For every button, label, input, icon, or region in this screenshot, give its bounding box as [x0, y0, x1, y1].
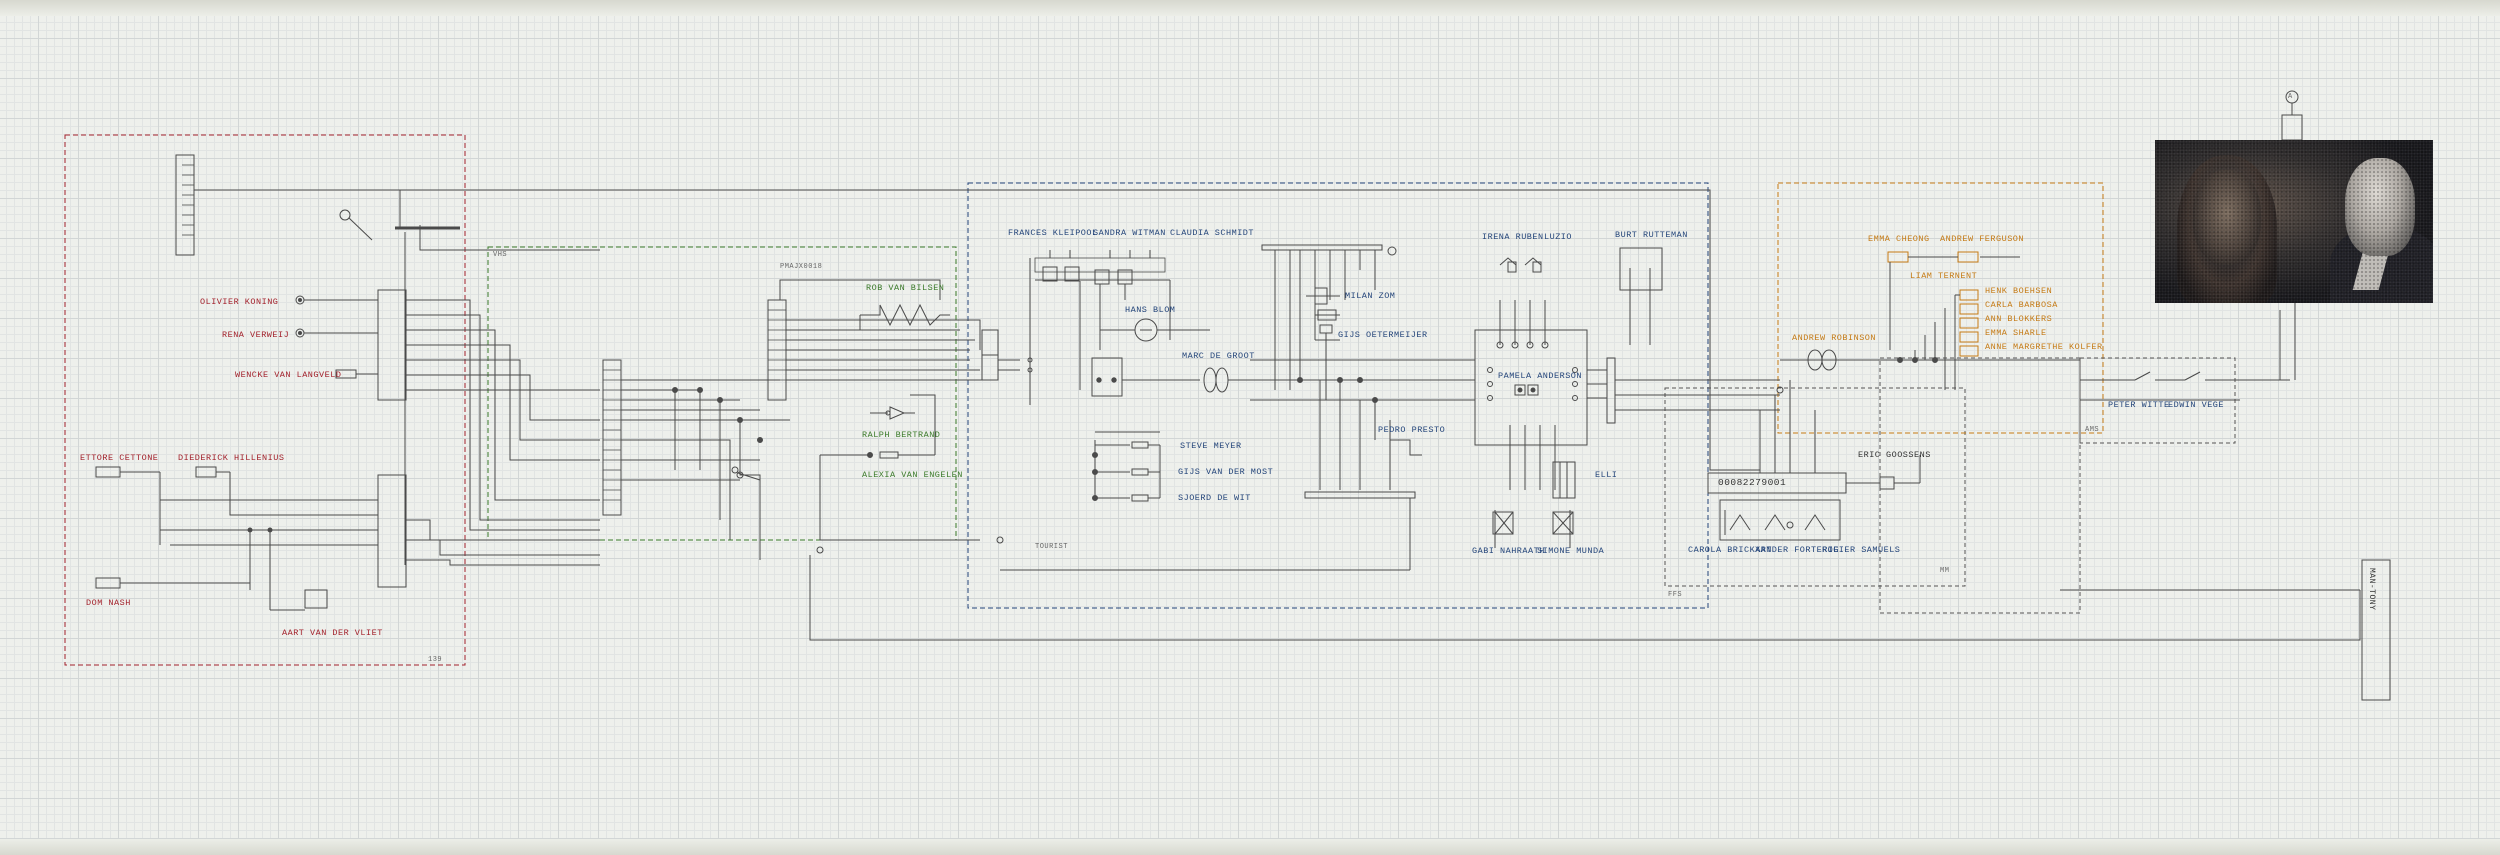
label-ralph: RALPH BERTRAND [862, 430, 941, 440]
label-carla: CARLA BARBOSA [1985, 300, 2058, 310]
label-irena: IRENA RUBEN [1482, 232, 1544, 242]
label-milan: MILAN ZOM [1345, 291, 1396, 301]
group-box-red [64, 134, 466, 666]
label-burt: BURT RUTTEMAN [1615, 230, 1688, 240]
label-peter: PETER WITTE [2108, 400, 2170, 410]
label-luzio: LUZIO [1544, 232, 1573, 242]
left-connector [175, 154, 195, 256]
group6-code: AMS [2085, 426, 2100, 434]
label-simone: SIMONE MUNDA [1537, 546, 1605, 556]
group-box-blue [967, 182, 1709, 609]
label-steve: STEVE MEYER [1180, 441, 1242, 451]
chip-code: 00082279001 [1718, 477, 1787, 488]
label-henk: HENK BOEHSEN [1985, 286, 2053, 296]
label-hans: HANS BLOM [1125, 305, 1176, 315]
bus-bar [1261, 244, 1383, 251]
label-ettore: ETTORE CETTONE [80, 453, 159, 463]
label-mm: MM [1940, 567, 1950, 575]
label-andrew-f: ANDREW FERGUSON [1940, 234, 2025, 244]
group1-number: 139 [428, 656, 443, 664]
group-box-ams [1879, 357, 2081, 614]
label-rob: ROB VAN BILSEN [866, 283, 945, 293]
label-eric: ERIC GOOSSENS [1858, 450, 1931, 460]
label-aart: AART VAN DER VLIET [282, 628, 383, 638]
label-liam: LIAM TERNENT [1910, 271, 1978, 281]
schematic-sheet: OLIVIER KONING RENA VERWEIJ WENCKE VAN L… [0, 0, 2500, 855]
label-diederick: DIEDERICK HILLENIUS [178, 453, 285, 463]
group5-code: FFS [1668, 591, 1683, 599]
paper-edge-top [0, 0, 2500, 16]
label-sandra: SANDRA WITMAN [1093, 228, 1166, 238]
ic-middle-left [602, 359, 622, 516]
label-marc: MARC DE GROOT [1182, 351, 1255, 361]
label-emmash: EMMA SHARLE [1985, 328, 2047, 338]
pamela-block [1474, 329, 1588, 446]
label-olivier: OLIVIER KONING [200, 297, 279, 307]
label-emma: EMMA CHEONG [1868, 234, 1930, 244]
group2-code: VHS [493, 251, 508, 259]
label-rogier: ROGIER SAMUELS [1822, 545, 1901, 555]
label-edwin: EDWIN VEGE [2168, 400, 2225, 410]
label-gijs-oo: GIJS OETERMEIJER [1338, 330, 1428, 340]
group4-code: TOURIST [1035, 543, 1068, 551]
portrait-photo [2155, 140, 2433, 303]
label-wencke: WENCKE VAN LANGVELD [235, 370, 342, 380]
paper-edge-bottom [0, 839, 2500, 855]
pin-a-label: A [2288, 93, 2293, 101]
burt-box [1619, 247, 1663, 291]
label-rena: RENA VERWEIJ [222, 330, 290, 340]
label-claudia: CLAUDIA SCHMIDT [1170, 228, 1255, 238]
output-label: MAN-TONY [2367, 568, 2376, 611]
ic-middle-right [767, 299, 787, 401]
label-alexia: ALEXIA VAN ENGELEN [862, 470, 963, 480]
wiring-diagram [64, 90, 2391, 701]
pedro-bar [1304, 491, 1416, 499]
group-box-ffs [1664, 387, 1966, 587]
label-pamela: PAMELA ANDERSON [1498, 371, 1583, 381]
label-ann: ANN BLOKKERS [1985, 314, 2053, 324]
label-pedro: PEDRO PRESTO [1378, 425, 1446, 435]
label-elli: ELLI [1595, 470, 1618, 480]
photo-grain [2155, 140, 2433, 303]
label-gijs: GIJS VAN DER MOST [1178, 467, 1274, 477]
label-andrew-r: ANDREW ROBINSON [1792, 333, 1877, 343]
group3-code: PMAJX0018 [780, 263, 823, 271]
connector-block [981, 329, 999, 356]
label-sjoerd: SJOERD DE WIT [1178, 493, 1251, 503]
label-anne: ANNE MARGRETHE KOLFER [1985, 342, 2103, 352]
right-connector [1606, 357, 1616, 424]
ic-left-upper [377, 289, 407, 401]
label-dom: DOM NASH [86, 598, 131, 608]
label-gabi: GABI NAHRAATH [1472, 546, 1545, 556]
label-frances: FRANCES KLEIPOOL [1008, 228, 1098, 238]
ic-left-lower [377, 474, 407, 588]
